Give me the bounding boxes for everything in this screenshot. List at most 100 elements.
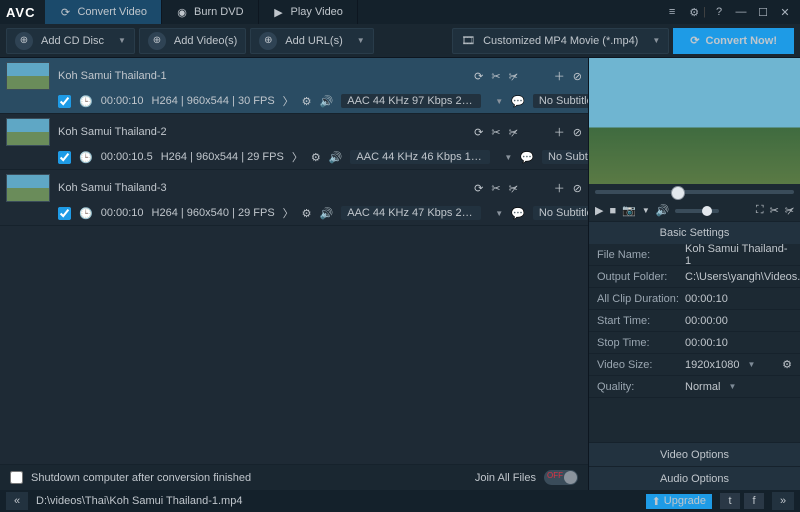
refresh-icon[interactable]: ⟳ [474,70,483,83]
tab-burn-dvd[interactable]: ◉Burn DVD [162,0,259,24]
play-icon: ▶ [273,6,285,18]
tab-label: Burn DVD [194,6,244,18]
video-list: Koh Samui Thailand-1 ⟳ ✂ ✂̷ ＋ ⊘ 🕒 00:00:… [0,58,588,464]
clock-icon: 🕒 [79,151,93,164]
video-size-dropdown[interactable]: 1920x1080 [685,359,739,371]
mute-button[interactable]: 🔊 [656,204,670,217]
help-icon[interactable]: ? [710,3,728,21]
minimize-icon[interactable]: — [732,3,750,21]
item-title: Koh Samui Thailand-3 [58,182,466,194]
chevron-down-icon[interactable]: ▼ [642,206,650,215]
video-options-button[interactable]: Video Options [589,442,800,466]
tab-convert-video[interactable]: ⟳Convert Video [45,0,162,24]
label: Stop Time: [597,337,685,349]
duration: 00:00:10.5 [101,151,153,163]
chevron-down-icon[interactable]: ▼ [728,382,736,391]
chevron-down-icon[interactable]: ▼ [747,360,755,369]
snapshot-button[interactable]: 📷 [622,204,636,217]
add-videos-button[interactable]: ⊕Add Video(s) [139,28,246,54]
item-checkbox[interactable] [58,207,71,220]
add-urls-button[interactable]: ⊕Add URL(s)▼ [250,28,373,54]
item-title: Koh Samui Thailand-2 [58,126,466,138]
app-logo: AVC [6,5,35,20]
shutdown-checkbox[interactable] [10,471,23,484]
output-profile-dropdown[interactable]: 🎞Customized MP4 Movie (*.mp4)▼ [452,28,669,54]
list-item[interactable]: Koh Samui Thailand-3 ⟳✂✂̷＋⊘ 🕒 00:00:10 H… [0,170,588,226]
label: Quality: [597,381,685,393]
disc-plus-icon: ⊕ [15,32,33,50]
item-checkbox[interactable] [58,95,71,108]
add-cd-button[interactable]: ⊕Add CD Disc▼ [6,28,135,54]
stop-time-value[interactable]: 00:00:10 [685,337,792,349]
tab-play-video[interactable]: ▶Play Video [259,0,358,24]
label: Start Time: [597,315,685,327]
prev-button[interactable]: « [6,492,28,510]
crop-icon[interactable]: ✂̷ [785,204,794,217]
audio-dropdown[interactable]: AAC 44 KHz 47 Kbps 2 CH ... [341,206,481,220]
list-item[interactable]: Koh Samui Thailand-2 ⟳ ✂ ✂̷ ＋ ⊘ 🕒 00:00:10.5… [0,114,588,170]
subtitle-dropdown[interactable]: No Subtitle▼ [533,94,588,108]
cut-icon[interactable]: ✂ [491,70,500,83]
add-icon[interactable]: ＋ [554,68,565,84]
gear-icon[interactable]: ⚙ [302,95,312,108]
subtitle-dropdown[interactable]: No Subtitle▼ [542,150,588,164]
upgrade-button[interactable]: ⬆Upgrade [646,494,712,509]
button-label: Convert Now! [706,35,778,47]
next-button[interactable]: » [772,492,794,510]
duration: 00:00:10 [101,207,144,219]
close-icon[interactable]: ✕ [776,3,794,21]
output-folder-value[interactable]: C:\Users\yangh\Videos...📂 [685,270,800,283]
fullscreen-icon[interactable]: ⛶ [756,204,764,217]
globe-plus-icon: ⊕ [259,32,277,50]
chevron-down-icon[interactable]: ▼ [357,36,365,45]
quality-dropdown[interactable]: Normal [685,381,720,393]
remove-icon[interactable]: ⊘ [573,70,582,83]
remove-icon[interactable]: ⊘ [573,126,582,139]
chevron-down-icon[interactable]: ▼ [118,36,126,45]
add-icon[interactable]: ＋ [554,180,565,196]
video-meta: H264 | 960x540 | 29 FPS [152,207,275,219]
cut-icon[interactable]: ✂ [770,204,779,217]
player-controls: ▶ ■ 📷 ▼ 🔊 ⛶ ✂ ✂̷ [589,200,800,222]
gear-icon[interactable]: ⚙ [782,358,792,371]
upload-icon: ⬆ [652,495,661,508]
add-icon[interactable]: ＋ [554,124,565,140]
gear-icon[interactable]: ⚙ [311,151,321,164]
audio-dropdown[interactable]: AAC 44 KHz 97 Kbps 2 CH ... [341,94,481,108]
list-item[interactable]: Koh Samui Thailand-1 ⟳ ✂ ✂̷ ＋ ⊘ 🕒 00:00:… [0,58,588,114]
item-checkbox[interactable] [58,151,71,164]
twitter-icon[interactable]: t [720,493,740,509]
refresh-icon[interactable]: ⟳ [474,126,483,139]
convert-now-button[interactable]: ⟳ Convert Now! [673,28,794,54]
filename-value[interactable]: Koh Samui Thailand-1 [685,243,792,267]
clip-duration-value: 00:00:10 [685,293,792,305]
menu-icon[interactable]: ≡ [663,3,681,21]
stop-button[interactable]: ■ [609,205,616,217]
cut-icon[interactable]: ✂ [491,182,500,195]
thumbnail [6,174,50,202]
main-toolbar: ⊕Add CD Disc▼ ⊕Add Video(s) ⊕Add URL(s)▼… [0,24,800,58]
refresh-icon: ⟳ [690,34,699,47]
cut-icon[interactable]: ✂ [491,126,500,139]
start-time-value[interactable]: 00:00:00 [685,315,792,327]
play-button[interactable]: ▶ [595,204,603,217]
thumbnail [6,62,50,90]
crop-icon[interactable]: ✂̷ [509,70,518,83]
shutdown-label: Shutdown computer after conversion finis… [31,472,251,484]
audio-dropdown[interactable]: AAC 44 KHz 46 Kbps 1 CH ... [350,150,490,164]
subtitle-dropdown[interactable]: No Subtitle▼ [533,206,588,220]
crop-icon[interactable]: ✂̷ [509,126,518,139]
crop-icon[interactable]: ✂̷ [509,182,518,195]
join-files-toggle[interactable]: OFF [544,470,578,485]
gear-icon[interactable]: ⚙ [302,207,312,220]
gear-icon[interactable]: ⚙ [685,3,703,21]
facebook-icon[interactable]: f [744,493,764,509]
audio-options-button[interactable]: Audio Options [589,466,800,490]
seek-bar[interactable] [589,184,800,200]
refresh-icon[interactable]: ⟳ [474,182,483,195]
clock-icon: 🕒 [79,95,93,108]
remove-icon[interactable]: ⊘ [573,182,582,195]
video-meta: H264 | 960x544 | 30 FPS [152,95,275,107]
volume-slider[interactable] [675,209,719,213]
maximize-icon[interactable]: ☐ [754,3,772,21]
